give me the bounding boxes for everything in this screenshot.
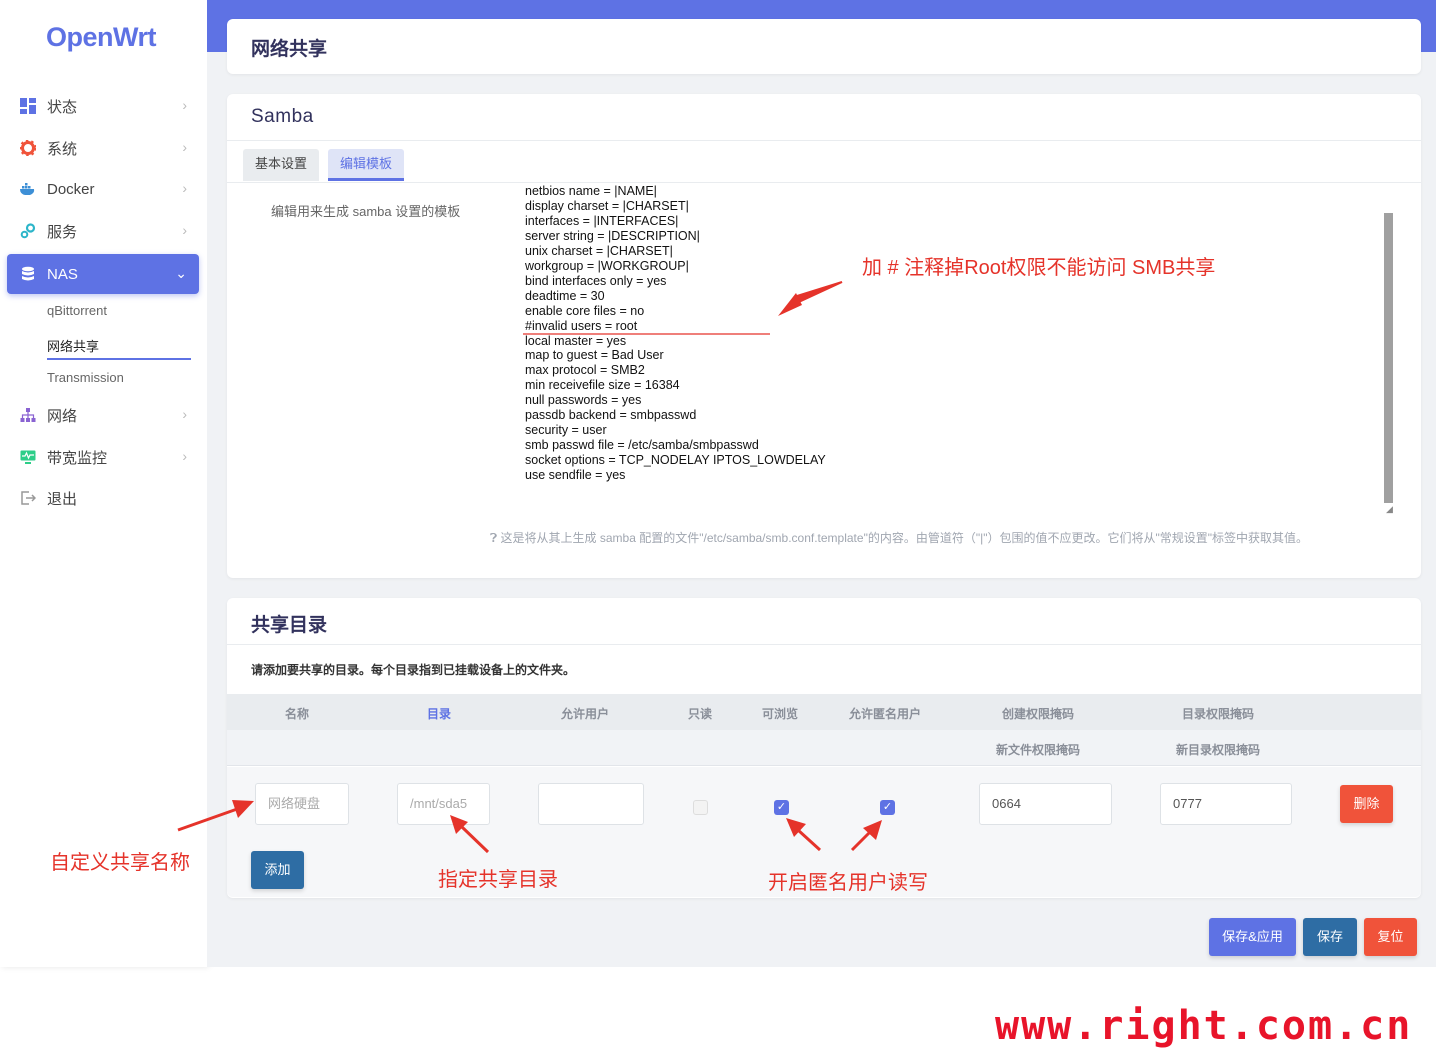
arrow-name-head [232,800,254,818]
arrow-guest [850,830,872,852]
annotation-guest-note: 开启匿名用户读写 [768,872,928,894]
watermark: www.right.com.cn [995,1003,1413,1049]
annotation-comment-note: 加 # 注释掉Root权限不能访问 SMB共享 [862,257,1216,279]
arrow-browse [796,828,822,852]
annotation-name-note: 自定义共享名称 [50,852,190,874]
annotation-arrows [177,281,882,854]
annotation-path-note: 指定共享目录 [438,869,558,891]
arrow-name [177,806,241,832]
arrow-path [460,825,490,854]
